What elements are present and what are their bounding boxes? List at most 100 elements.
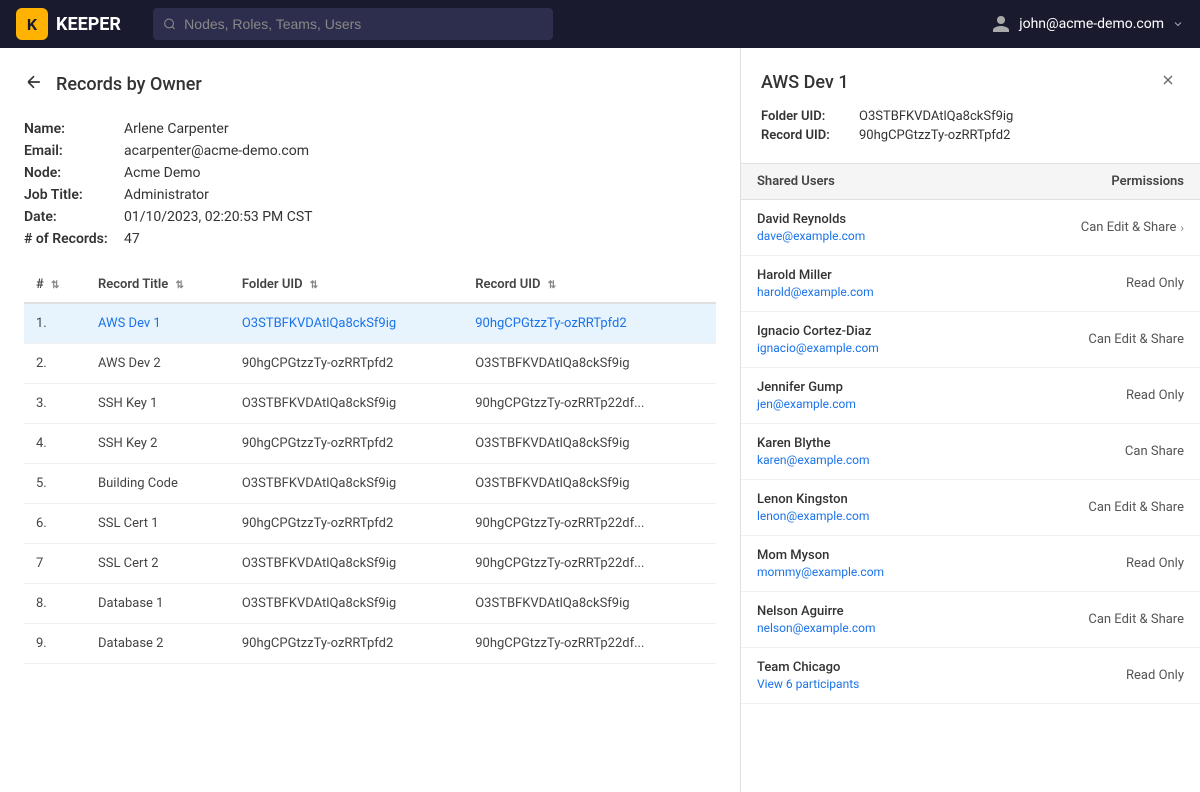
col-header-title[interactable]: Record Title ⇅	[86, 267, 230, 303]
jobtitle-label: Job Title:	[24, 187, 124, 203]
row-folder-uid: O3STBFKVDAtlQa8ckSf9ig	[230, 303, 463, 344]
shared-user-row[interactable]: Team ChicagoView 6 participantsRead Only	[741, 648, 1200, 704]
permission-with-arrow[interactable]: Can Edit & Share›	[1005, 220, 1184, 235]
row-num: 8.	[24, 584, 86, 624]
table-row[interactable]: 5.Building CodeO3STBFKVDAtlQa8ckSf9igO3S…	[24, 464, 716, 504]
shared-user-email: jen@example.com	[757, 397, 973, 411]
shared-user-email: karen@example.com	[757, 453, 973, 467]
table-row[interactable]: 2.AWS Dev 290hgCPGtzzTy-ozRRTpfd2O3STBFK…	[24, 344, 716, 384]
shared-user-name: Harold Miller	[757, 268, 973, 283]
row-record-uid: 90hgCPGtzzTy-ozRRTp22df...	[463, 544, 716, 584]
table-row[interactable]: 1.AWS Dev 1O3STBFKVDAtlQa8ckSf9ig90hgCPG…	[24, 303, 716, 344]
shared-user-row[interactable]: Mom Mysonmommy@example.comRead Only	[741, 536, 1200, 592]
row-record-uid: 90hgCPGtzzTy-ozRRTp22df...	[463, 504, 716, 544]
meta-jobtitle-row: Job Title: Administrator	[24, 187, 716, 203]
permission-label: Can Edit & Share	[1081, 220, 1177, 235]
col-header-record-uid[interactable]: Record UID ⇅	[463, 267, 716, 303]
shared-user-name: Ignacio Cortez-Diaz	[757, 324, 973, 339]
shared-user-email: nelson@example.com	[757, 621, 973, 635]
shared-users-body: David Reynoldsdave@example.comCan Edit &…	[741, 200, 1200, 704]
shared-user-permission: Can Edit & Share	[989, 592, 1200, 648]
records-label: # of Records:	[24, 231, 124, 247]
row-record-uid: O3STBFKVDAtlQa8ckSf9ig	[463, 464, 716, 504]
shared-user-permission: Can Edit & Share	[989, 312, 1200, 368]
shared-user-name: Lenon Kingston	[757, 492, 973, 507]
logo: K KEEPER	[16, 8, 121, 40]
shared-user-row[interactable]: Harold Millerharold@example.comRead Only	[741, 256, 1200, 312]
shared-user-info: David Reynoldsdave@example.com	[741, 200, 989, 256]
shared-user-name: Karen Blythe	[757, 436, 973, 451]
name-label: Name:	[24, 121, 124, 137]
shared-user-row[interactable]: Jennifer Gump jen@example.com Read Only	[741, 368, 1200, 424]
email-label: Email:	[24, 143, 124, 159]
right-panel: AWS Dev 1 Folder UID: O3STBFKVDAtlQa8ckS…	[740, 48, 1200, 792]
page-title: Records by Owner	[56, 74, 202, 95]
records-table: # ⇅ Record Title ⇅ Folder UID ⇅ Record U…	[24, 267, 716, 664]
col-header-num[interactable]: # ⇅	[24, 267, 86, 303]
user-menu[interactable]: john@acme-demo.com	[991, 14, 1184, 34]
col-header-folder-uid[interactable]: Folder UID ⇅	[230, 267, 463, 303]
shared-user-permission: Read Only	[989, 368, 1200, 424]
sort-icon-record: ⇅	[548, 280, 556, 291]
shared-user-email: lenon@example.com	[757, 509, 973, 523]
row-folder-uid: 90hgCPGtzzTy-ozRRTpfd2	[230, 504, 463, 544]
close-icon	[1160, 72, 1176, 88]
sort-icon-title: ⇅	[176, 280, 184, 291]
back-button[interactable]	[24, 72, 44, 97]
row-folder-uid: O3STBFKVDAtlQa8ckSf9ig	[230, 584, 463, 624]
search-icon	[163, 17, 176, 31]
record-uid-value: 90hgCPGtzzTy-ozRRTpfd2	[859, 128, 1010, 143]
row-num: 2.	[24, 344, 86, 384]
shared-user-info: Lenon Kingston lenon@example.com	[741, 480, 989, 536]
shared-user-permission: Read Only	[989, 648, 1200, 704]
table-row[interactable]: 8.Database 1O3STBFKVDAtlQa8ckSf9igO3STBF…	[24, 584, 716, 624]
table-header: # ⇅ Record Title ⇅ Folder UID ⇅ Record U…	[24, 267, 716, 303]
row-num: 7	[24, 544, 86, 584]
shared-users-col-header: Shared Users	[741, 164, 989, 200]
shared-user-name: Nelson Aguirre	[757, 604, 973, 619]
row-title[interactable]: AWS Dev 1	[86, 303, 230, 344]
row-record-uid: 90hgCPGtzzTy-ozRRTpfd2	[463, 303, 716, 344]
shared-user-row[interactable]: Nelson Aguirre nelson@example.com Can Edit…	[741, 592, 1200, 648]
node-value: Acme Demo	[124, 165, 201, 181]
detail-title: AWS Dev 1	[761, 72, 849, 93]
row-title: Building Code	[86, 464, 230, 504]
shared-user-name: Jennifer Gump	[757, 380, 973, 395]
row-title: SSL Cert 1	[86, 504, 230, 544]
shared-user-name: Mom Myson	[757, 548, 973, 563]
record-uid-label: Record UID:	[761, 128, 851, 143]
row-folder-uid: 90hgCPGtzzTy-ozRRTpfd2	[230, 424, 463, 464]
page-header: Records by Owner	[24, 72, 716, 97]
shared-user-info: Ignacio Cortez-Diazignacio@example.com	[741, 312, 989, 368]
shared-user-permission: Can Share	[989, 424, 1200, 480]
table-row[interactable]: 7SSL Cert 2O3STBFKVDAtlQa8ckSf9ig90hgCPG…	[24, 544, 716, 584]
close-button[interactable]	[1156, 68, 1180, 97]
view-participants[interactable]: View 6 participants	[757, 677, 973, 691]
meta-date-row: Date: 01/10/2023, 02:20:53 PM CST	[24, 209, 716, 225]
user-email: john@acme-demo.com	[1019, 16, 1164, 32]
table-row[interactable]: 3.SSH Key 1O3STBFKVDAtlQa8ckSf9ig90hgCPG…	[24, 384, 716, 424]
row-num: 9.	[24, 624, 86, 664]
row-record-uid: 90hgCPGtzzTy-ozRRTp22df...	[463, 624, 716, 664]
row-record-uid: 90hgCPGtzzTy-ozRRTp22df...	[463, 384, 716, 424]
row-num: 6.	[24, 504, 86, 544]
shared-user-row[interactable]: Lenon Kingston lenon@example.com Can Edit …	[741, 480, 1200, 536]
row-record-uid: O3STBFKVDAtlQa8ckSf9ig	[463, 424, 716, 464]
search-input[interactable]	[184, 8, 543, 40]
shared-user-row[interactable]: Karen Blythe karen@example.com Can Share	[741, 424, 1200, 480]
email-value: acarpenter@acme-demo.com	[124, 143, 309, 159]
table-row[interactable]: 4.SSH Key 290hgCPGtzzTy-ozRRTpfd2O3STBFK…	[24, 424, 716, 464]
row-title: SSH Key 1	[86, 384, 230, 424]
table-row[interactable]: 9.Database 290hgCPGtzzTy-ozRRTpfd290hgCP…	[24, 624, 716, 664]
shared-user-row[interactable]: Ignacio Cortez-Diazignacio@example.comCa…	[741, 312, 1200, 368]
row-folder-uid: 90hgCPGtzzTy-ozRRTpfd2	[230, 344, 463, 384]
back-arrow-icon	[24, 72, 44, 92]
shared-user-permission: Can Edit & Share	[989, 480, 1200, 536]
table-row[interactable]: 6.SSL Cert 190hgCPGtzzTy-ozRRTpfd290hgCP…	[24, 504, 716, 544]
node-label: Node:	[24, 165, 124, 181]
permissions-col-header: Permissions	[989, 164, 1200, 200]
shared-user-row[interactable]: David Reynoldsdave@example.com Can Edit &…	[741, 200, 1200, 256]
shared-user-email: dave@example.com	[757, 229, 973, 243]
search-bar[interactable]	[153, 8, 553, 40]
date-value: 01/10/2023, 02:20:53 PM CST	[124, 209, 313, 225]
